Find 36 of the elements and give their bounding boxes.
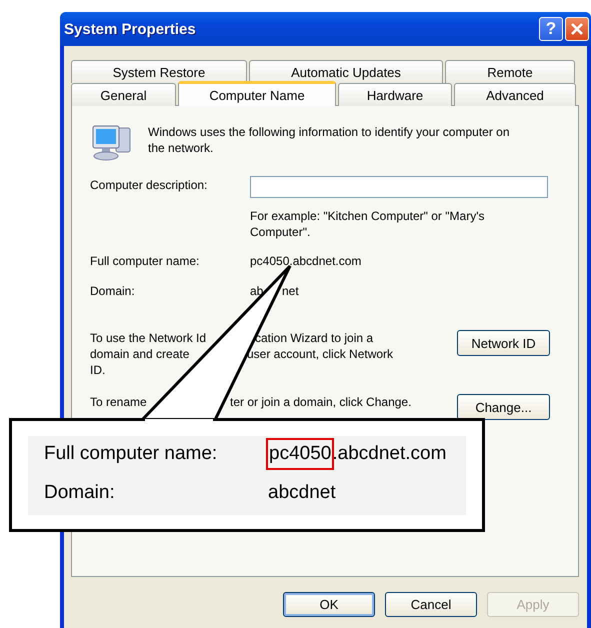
field-label: Computer description: (90, 177, 208, 194)
instruction-text: domain and create (90, 346, 190, 362)
field-label: Full computer name: (90, 253, 200, 270)
instruction-text: user account, click Network (247, 346, 394, 362)
field-label: Domain: (90, 283, 136, 300)
tab[interactable]: Advanced (454, 83, 576, 106)
zoomed-value: .abcdnet.com (332, 442, 446, 466)
field-value: net (282, 283, 299, 300)
tab[interactable]: Automatic Updates (249, 60, 443, 83)
description-field[interactable] (250, 176, 548, 198)
instruction-text: cation Wizard to join a (255, 330, 374, 346)
instruction-text: To rename (90, 394, 148, 410)
zoomed-label: Full computer name: (44, 442, 218, 466)
action-button[interactable]: Change... (457, 394, 550, 420)
instruction-text: To use the Network Id (90, 330, 208, 346)
intro-text: Windows uses the following information to identify your computer on the network. (148, 124, 511, 156)
example-text: For example: "Kitchen Computer" or "Mary's Computer". (250, 208, 486, 240)
tab[interactable]: System Restore (71, 60, 247, 83)
tab[interactable]: Computer Name (178, 81, 336, 106)
instruction-text: ID. (90, 362, 106, 378)
close-button[interactable] (565, 17, 589, 41)
zoomed-label: Domain: (44, 481, 116, 505)
tab[interactable]: General (71, 83, 176, 106)
help-button[interactable]: ? (539, 17, 563, 41)
instruction-text: ter or join a domain, click Change. (230, 394, 412, 410)
tab[interactable]: Remote (445, 60, 575, 83)
action-button[interactable]: Network ID (457, 330, 550, 356)
highlighted-text: pc4050 (268, 440, 332, 468)
dialog-button[interactable]: Cancel (385, 592, 477, 617)
field-value: pc4050.abcdnet.com (250, 253, 362, 270)
tab[interactable]: Hardware (338, 83, 452, 106)
close-icon (570, 22, 584, 36)
zoomed-value: abcdnet (268, 481, 336, 505)
window-title: System Properties (64, 20, 196, 38)
dialog-button[interactable]: OK (283, 592, 375, 617)
field-value: ab (250, 283, 263, 300)
